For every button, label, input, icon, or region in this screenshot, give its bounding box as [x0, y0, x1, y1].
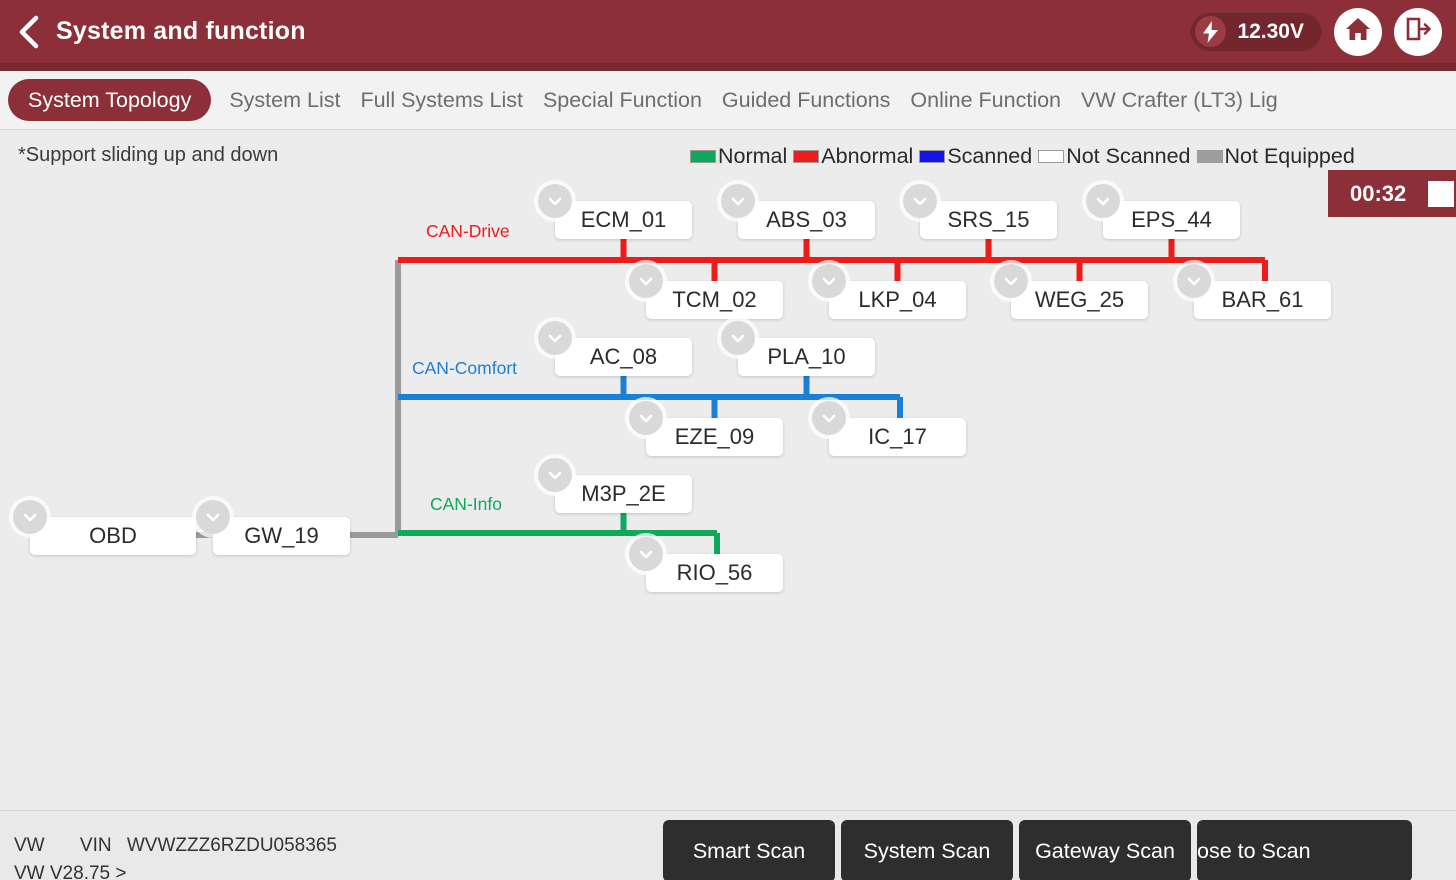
home-icon [1344, 16, 1372, 47]
vin-value: WVWZZZ6RZDU058365 [126, 835, 337, 856]
status-badge-eps44[interactable] [1086, 184, 1120, 218]
tab-full-systems-list[interactable]: Full Systems List [350, 88, 532, 113]
tab-system-list[interactable]: System List [219, 88, 350, 113]
software-version[interactable]: VW V28.75 > [14, 863, 126, 880]
check-icon [1096, 197, 1110, 206]
tab-guided-functions[interactable]: Guided Functions [712, 88, 901, 113]
check-icon [639, 414, 653, 423]
check-icon [731, 334, 745, 343]
check-icon [23, 513, 37, 522]
check-icon [639, 277, 653, 286]
app-header: System and function 12.30V [0, 0, 1456, 63]
chevron-left-icon [17, 15, 41, 49]
check-icon [1004, 277, 1018, 286]
status-badge-ic17[interactable] [812, 401, 846, 435]
voltage-indicator: 12.30V [1190, 11, 1322, 52]
ecu-node-abs03[interactable]: ABS_03 [738, 201, 875, 239]
status-badge-abs03[interactable] [721, 184, 755, 218]
vehicle-info-line: VW VIN WVWZZZ6RZDU058365 [14, 835, 337, 857]
page-title: System and function [56, 17, 306, 45]
button-smart-scan[interactable]: Smart Scan [663, 820, 835, 880]
check-icon [639, 550, 653, 559]
status-badge-bar61[interactable] [1177, 264, 1211, 298]
back-button[interactable] [10, 11, 48, 53]
status-badge-eze09[interactable] [629, 401, 663, 435]
exit-icon [1404, 16, 1432, 47]
header-divider [0, 63, 1456, 71]
tab-system-topology[interactable]: System Topology [8, 79, 212, 121]
ecu-node-rio56[interactable]: RIO_56 [646, 554, 783, 592]
status-badge-ecm01[interactable] [538, 184, 572, 218]
tab-online-function[interactable]: Online Function [900, 88, 1071, 113]
home-button[interactable] [1334, 7, 1382, 56]
lightning-bolt-icon [1195, 16, 1227, 47]
button-gateway-scan[interactable]: Gateway Scan [1019, 820, 1191, 880]
status-badge-pla10[interactable] [721, 321, 755, 355]
check-icon [822, 414, 836, 423]
status-badge-weg25[interactable] [994, 264, 1028, 298]
check-icon [1187, 277, 1201, 286]
topology-diagram: OBD GW_19 ECM_01 ABS_03 SRS_15 EPS_44 TCM_02 LK… [0, 130, 1456, 810]
status-badge-ac08[interactable] [538, 321, 572, 355]
check-icon [822, 277, 836, 286]
status-badge-tcm02[interactable] [629, 264, 663, 298]
tab-vw-crafter-lt3-lig[interactable]: VW Crafter (LT3) Lig [1071, 88, 1288, 113]
ecu-node-bar61[interactable]: BAR_61 [1194, 281, 1331, 319]
ecu-node-m3p2e[interactable]: M3P_2E [555, 475, 692, 513]
ecu-node-obd[interactable]: OBD [30, 517, 196, 555]
ecu-node-gw19[interactable]: GW_19 [213, 517, 350, 555]
voltage-value: 12.30V [1237, 19, 1304, 43]
tab-special-function[interactable]: Special Function [533, 88, 712, 113]
ecu-node-eps44[interactable]: EPS_44 [1103, 201, 1240, 239]
check-icon [548, 334, 562, 343]
bus-label-can-info: CAN-Info [430, 494, 502, 514]
status-badge-gw19[interactable] [196, 500, 230, 534]
vin-label: VIN [79, 835, 112, 856]
ecu-node-tcm02[interactable]: TCM_02 [646, 281, 783, 319]
check-icon [548, 471, 562, 480]
check-icon [206, 513, 220, 522]
ecu-node-lkp04[interactable]: LKP_04 [829, 281, 966, 319]
ecu-node-ac08[interactable]: AC_08 [555, 338, 692, 376]
bus-label-can-comfort: CAN-Comfort [412, 358, 518, 378]
button-ose-to-scan[interactable]: ose to Scan [1197, 820, 1412, 880]
header-actions: 12.30V [1190, 7, 1442, 56]
check-icon [548, 197, 562, 206]
vehicle-make: VW [14, 835, 45, 856]
vehicle-footer: VW VIN WVWZZZ6RZDU058365 VW V28.75 > Sma… [0, 810, 1456, 880]
button-system-scan[interactable]: System Scan [841, 820, 1013, 880]
status-badge-obd[interactable] [13, 500, 47, 534]
tab-bar: System Topology System List Full Systems L… [0, 71, 1456, 130]
status-badge-m3p2e[interactable] [538, 458, 572, 492]
ecu-node-ic17[interactable]: IC_17 [829, 418, 966, 456]
ecu-node-pla10[interactable]: PLA_10 [738, 338, 875, 376]
topology-canvas[interactable]: *Support sliding up and down Normal Abnor… [0, 130, 1456, 810]
exit-button[interactable] [1394, 7, 1442, 56]
scan-action-buttons: Smart Scan System Scan Gateway Scan ose to … [663, 820, 1412, 880]
check-icon [731, 197, 745, 206]
status-badge-rio56[interactable] [629, 537, 663, 571]
status-badge-lkp04[interactable] [812, 264, 846, 298]
bus-label-can-drive: CAN-Drive [426, 221, 510, 241]
ecu-node-eze09[interactable]: EZE_09 [646, 418, 783, 456]
ecu-node-srs15[interactable]: SRS_15 [920, 201, 1057, 239]
ecu-node-ecm01[interactable]: ECM_01 [555, 201, 692, 239]
ecu-node-weg25[interactable]: WEG_25 [1011, 281, 1148, 319]
check-icon [913, 197, 927, 206]
status-badge-srs15[interactable] [903, 184, 937, 218]
